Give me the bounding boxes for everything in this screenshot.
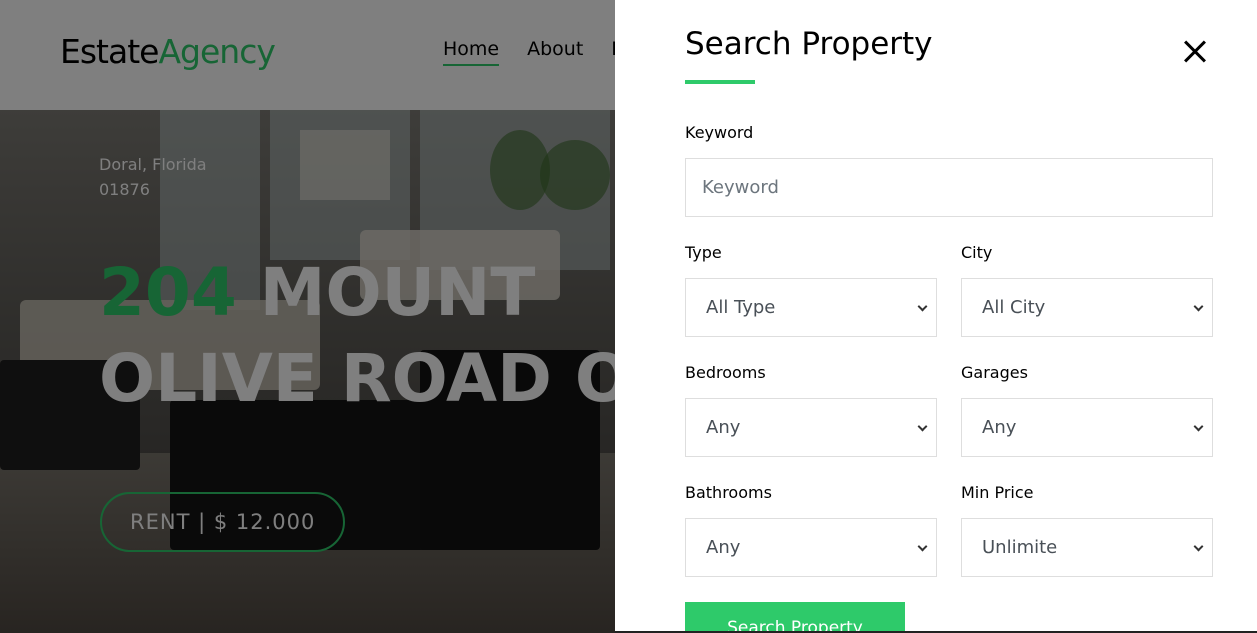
chevron-down-icon — [1193, 301, 1204, 312]
bedrooms-select[interactable]: Any — [685, 398, 937, 457]
chevron-down-icon — [1193, 421, 1204, 432]
type-select-value: All Type — [706, 297, 776, 318]
bathrooms-select[interactable]: Any — [685, 518, 937, 577]
bathrooms-select-value: Any — [706, 537, 741, 558]
min-price-select-value: Unlimite — [982, 537, 1058, 558]
keyword-input[interactable] — [685, 158, 1213, 217]
chevron-down-icon — [917, 421, 928, 432]
city-select-value: All City — [982, 297, 1046, 318]
bedrooms-label: Bedrooms — [685, 363, 766, 382]
min-price-label: Min Price — [961, 483, 1034, 502]
city-select[interactable]: All City — [961, 278, 1213, 337]
keyword-label: Keyword — [685, 123, 754, 142]
type-select[interactable]: All Type — [685, 278, 937, 337]
bathrooms-label: Bathrooms — [685, 483, 772, 502]
title-underline — [685, 80, 755, 84]
bedrooms-select-value: Any — [706, 417, 741, 438]
city-label: City — [961, 243, 993, 262]
search-property-button[interactable]: Search Property — [685, 602, 905, 633]
chevron-down-icon — [1193, 541, 1204, 552]
chevron-down-icon — [917, 301, 928, 312]
chevron-down-icon — [917, 541, 928, 552]
search-panel-title: Search Property — [685, 26, 933, 62]
search-panel: Search Property Keyword Type All Type Ci… — [615, 0, 1257, 633]
garages-label: Garages — [961, 363, 1028, 382]
close-icon[interactable] — [1181, 38, 1209, 66]
garages-select-value: Any — [982, 417, 1017, 438]
garages-select[interactable]: Any — [961, 398, 1213, 457]
type-label: Type — [685, 243, 722, 262]
min-price-select[interactable]: Unlimite — [961, 518, 1213, 577]
